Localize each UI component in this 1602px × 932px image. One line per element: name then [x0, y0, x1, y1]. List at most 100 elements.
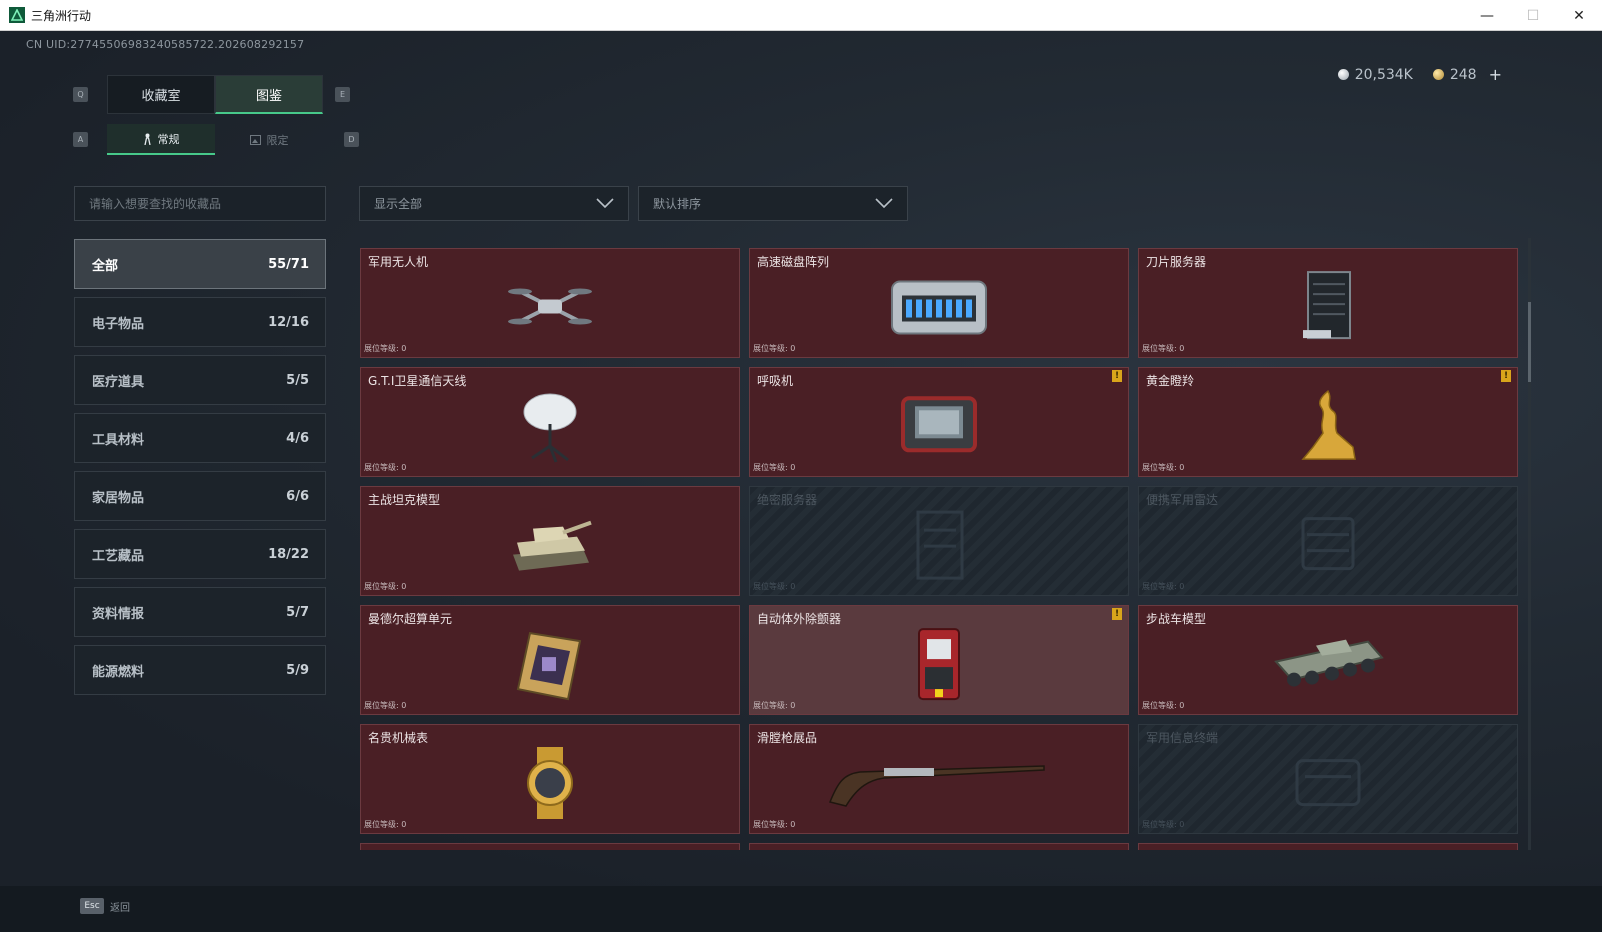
item-card[interactable]: 主战坦克模型 展位等级: 0: [360, 486, 740, 596]
search-input[interactable]: [74, 186, 326, 221]
category-electronics[interactable]: 电子物品 12/16: [74, 297, 326, 347]
key-hint-d: D: [344, 132, 359, 147]
disk-array-icon: [891, 280, 987, 335]
minimize-button[interactable]: —: [1464, 0, 1510, 31]
tab-collection-room[interactable]: 收藏室: [107, 75, 215, 114]
category-household[interactable]: 家居物品 6/6: [74, 471, 326, 521]
esc-key: Esc: [80, 898, 104, 914]
item-card[interactable]: G.T.I卫星通信天线 展位等级: 0: [360, 367, 740, 477]
item-name: 呼吸机: [757, 374, 794, 388]
sort-dropdown[interactable]: 默认排序: [638, 186, 908, 221]
tab-limited[interactable]: 限定: [215, 124, 323, 155]
tab-regular-label: 常规: [157, 132, 180, 146]
category-count: 6/6: [286, 488, 309, 504]
item-card[interactable]: 呼吸机 ! 展位等级: 0: [749, 367, 1129, 477]
warning-icon: !: [1112, 608, 1122, 620]
blade-server-icon: [1303, 271, 1351, 340]
item-grid: 军用无人机 展位等级: 0 高速磁盘阵列 展位等级: 0 刀片服务器 展位等级:…: [360, 238, 1528, 850]
item-level: 展位等级: 0: [753, 582, 796, 591]
item-name: 自动体外除颤器: [757, 612, 842, 626]
category-count: 5/5: [286, 372, 309, 388]
item-card-locked[interactable]: 军用信息终端 展位等级: 0: [1138, 724, 1518, 834]
item-card[interactable]: 名贵机械表 展位等级: 0: [360, 724, 740, 834]
category-all[interactable]: 全部 55/71: [74, 239, 326, 289]
item-level: 展位等级: 0: [1142, 463, 1185, 472]
window-title: 三角洲行动: [31, 8, 92, 23]
item-card[interactable]: 高速磁盘阵列 展位等级: 0: [749, 248, 1129, 358]
item-card[interactable]: 军用无人机 展位等级: 0: [360, 248, 740, 358]
item-name: 刀片服务器: [1146, 255, 1207, 269]
category-intel[interactable]: 资料情报 5/7: [74, 587, 326, 637]
item-card[interactable]: 黄金瞪羚 ! 展位等级: 0: [1138, 367, 1518, 477]
footer-bar: [0, 886, 1602, 932]
category-count: 5/9: [286, 662, 309, 678]
item-level: 展位等级: 0: [364, 344, 407, 353]
item-card-locked[interactable]: 绝密服务器 展位等级: 0: [749, 486, 1129, 596]
item-card-partial[interactable]: [1138, 843, 1518, 850]
back-label: 返回: [110, 902, 130, 914]
item-level: 展位等级: 0: [753, 820, 796, 829]
satellite-antenna-icon: [523, 393, 577, 463]
portable-radar-icon: [1301, 517, 1355, 571]
item-name: G.T.I卫星通信天线: [368, 374, 467, 388]
item-level: 展位等级: 0: [364, 820, 407, 829]
item-name: 曼德尔超算单元: [368, 612, 453, 626]
back-hint[interactable]: Esc 返回: [80, 898, 130, 914]
item-card[interactable]: 滑膛枪展品 展位等级: 0: [749, 724, 1129, 834]
category-label: 家居物品: [92, 490, 145, 506]
item-name: 黄金瞪羚: [1146, 374, 1195, 388]
item-card-partial[interactable]: [749, 843, 1129, 850]
maximize-button[interactable]: ☐: [1510, 0, 1556, 31]
military-terminal-icon: [1295, 759, 1361, 807]
category-count: 5/7: [286, 604, 309, 620]
chevron-down-icon: [875, 198, 893, 209]
ifv-model-icon: [1274, 639, 1384, 687]
item-card[interactable]: 自动体外除颤器 ! 展位等级: 0: [749, 605, 1129, 715]
player-uid: CN UID:27745506983240585722.202608292157: [26, 38, 305, 51]
item-card-locked[interactable]: 便携军用雷达 展位等级: 0: [1138, 486, 1518, 596]
item-name: 军用信息终端: [1146, 731, 1219, 745]
sub-tabs: 常规 限定: [107, 124, 323, 155]
figure-icon: [143, 133, 151, 145]
item-card-partial[interactable]: [360, 843, 740, 850]
item-level: 展位等级: 0: [753, 463, 796, 472]
gold-coin-icon: [1432, 69, 1444, 80]
tab-regular[interactable]: 常规: [107, 124, 215, 155]
category-count: 55/71: [268, 256, 309, 272]
defibrillator-icon: [918, 628, 960, 701]
ventilator-icon: [901, 396, 977, 453]
category-crafts[interactable]: 工艺藏品 18/22: [74, 529, 326, 579]
warning-icon: !: [1112, 370, 1122, 382]
secret-server-icon: [916, 510, 964, 580]
musket-icon: [828, 765, 1045, 807]
item-level: 展位等级: 0: [1142, 582, 1185, 591]
item-level: 展位等级: 0: [1142, 820, 1185, 829]
supercomputer-unit-icon: [516, 631, 582, 701]
category-count: 4/6: [286, 430, 309, 446]
item-card[interactable]: 步战车模型 展位等级: 0: [1138, 605, 1518, 715]
category-medical[interactable]: 医疗道具 5/5: [74, 355, 326, 405]
main-tabs: 收藏室 图鉴: [107, 75, 323, 114]
tank-model-icon: [513, 520, 592, 571]
sort-value: 默认排序: [653, 197, 702, 211]
drone-icon: [508, 288, 592, 325]
key-hint-q: Q: [73, 87, 88, 102]
category-tools[interactable]: 工具材料 4/6: [74, 413, 326, 463]
chevron-down-icon: [596, 198, 614, 209]
scroll-thumb[interactable]: [1528, 302, 1531, 382]
tab-catalog[interactable]: 图鉴: [215, 75, 323, 114]
category-label: 资料情报: [92, 606, 145, 622]
item-card[interactable]: 曼德尔超算单元 展位等级: 0: [360, 605, 740, 715]
item-name: 便携军用雷达: [1146, 493, 1219, 507]
category-energy[interactable]: 能源燃料 5/9: [74, 645, 326, 695]
item-card[interactable]: 刀片服务器 展位等级: 0: [1138, 248, 1518, 358]
item-name: 绝密服务器: [757, 493, 818, 507]
grid-scrollbar[interactable]: [1528, 238, 1531, 850]
item-name: 军用无人机: [368, 255, 429, 269]
window-titlebar: 三角洲行动 — ☐ ✕: [0, 0, 1602, 31]
display-filter-dropdown[interactable]: 显示全部: [359, 186, 629, 221]
add-currency-button[interactable]: +: [1489, 65, 1502, 84]
currency-display: 20,534K 248 +: [1337, 65, 1502, 84]
close-button[interactable]: ✕: [1556, 0, 1602, 31]
item-level: 展位等级: 0: [364, 582, 407, 591]
